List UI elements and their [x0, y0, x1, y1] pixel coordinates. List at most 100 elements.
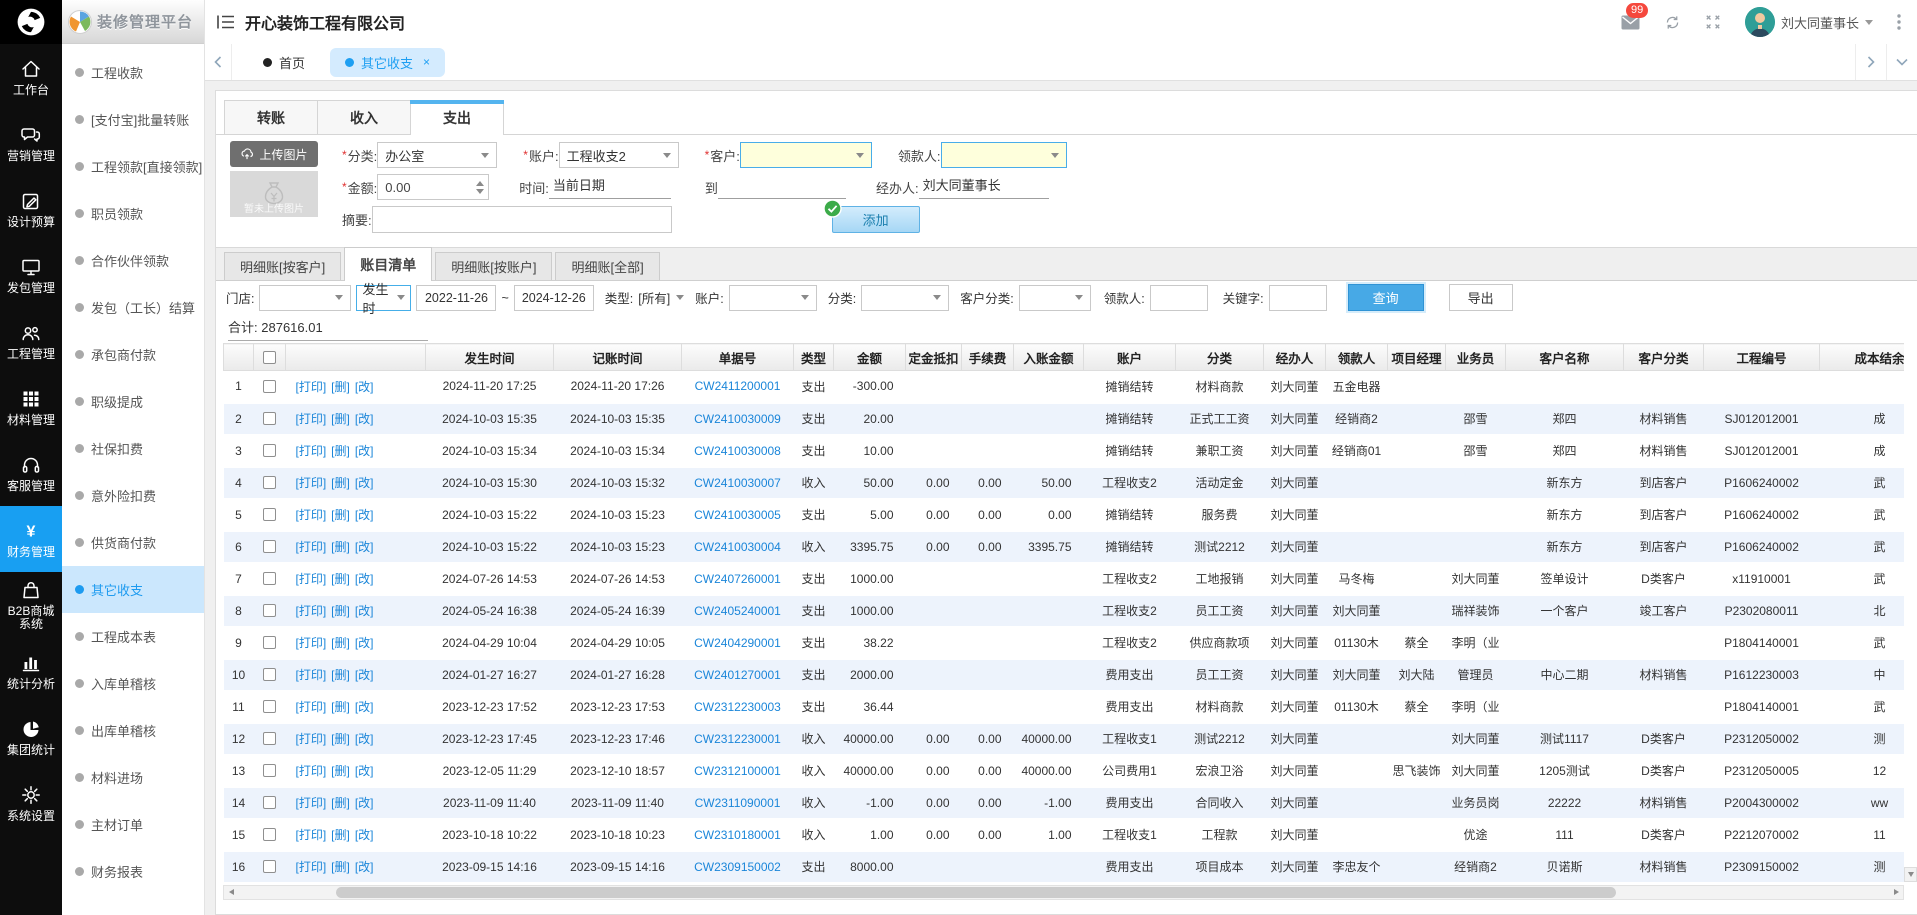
more-options-icon[interactable]	[1897, 14, 1901, 30]
date-from-input[interactable]: 2022-11-26	[416, 285, 496, 311]
delete-link[interactable]: [删]	[331, 828, 350, 842]
delete-link[interactable]: [删]	[331, 860, 350, 874]
row-checkbox[interactable]	[263, 508, 276, 521]
delete-link[interactable]: [删]	[331, 668, 350, 682]
horizontal-scrollbar[interactable]	[223, 885, 1904, 900]
subtab-detail-by-account[interactable]: 明细账[按账户]	[435, 252, 552, 280]
print-link[interactable]: [打印]	[296, 636, 327, 650]
print-link[interactable]: [打印]	[296, 540, 327, 554]
row-checkbox[interactable]	[263, 572, 276, 585]
tabs-menu-button[interactable]	[1886, 44, 1917, 80]
header-领款人[interactable]: 领款人	[1326, 344, 1388, 371]
doc-number[interactable]: CW2410030008	[682, 435, 794, 467]
export-button[interactable]: 导出	[1449, 284, 1513, 311]
row-checkbox[interactable]	[263, 412, 276, 425]
row-checkbox[interactable]	[263, 828, 276, 841]
customer-class-select[interactable]	[1019, 285, 1091, 311]
sidebar-item-合作伙伴领款[interactable]: 合作伙伴领款	[62, 237, 204, 284]
rail-item-设计预算[interactable]: 设计预算	[0, 176, 62, 242]
sidebar-item-职员领款[interactable]: 职员领款	[62, 190, 204, 237]
doc-number[interactable]: CW2411200001	[682, 371, 794, 403]
header-记账时间[interactable]: 记账时间	[554, 344, 682, 371]
header-发生时间[interactable]: 发生时间	[426, 344, 554, 371]
customer-select[interactable]	[740, 142, 872, 168]
sidebar-item-社保扣费[interactable]: 社保扣费	[62, 425, 204, 472]
delete-link[interactable]: [删]	[331, 572, 350, 586]
doc-number[interactable]: CW2310180001	[682, 819, 794, 851]
delete-link[interactable]: [删]	[331, 604, 350, 618]
edit-link[interactable]: [改]	[355, 764, 374, 778]
sidebar-item-承包商付款[interactable]: 承包商付款	[62, 331, 204, 378]
doc-number[interactable]: CW2410030004	[682, 531, 794, 563]
edit-link[interactable]: [改]	[355, 508, 374, 522]
doc-number[interactable]: CW2405240001	[682, 595, 794, 627]
sidebar-item-工程领款[直接领款][interactable]: 工程领款[直接领款]	[62, 143, 204, 190]
category-filter-select[interactable]	[861, 285, 949, 311]
summary-input[interactable]	[372, 206, 672, 233]
query-button[interactable]: 查询	[1348, 284, 1424, 311]
tab-expense[interactable]: 支出	[410, 100, 504, 135]
doc-number[interactable]: CW2410030009	[682, 403, 794, 435]
edit-link[interactable]: [改]	[355, 732, 374, 746]
row-checkbox[interactable]	[263, 636, 276, 649]
print-link[interactable]: [打印]	[296, 764, 327, 778]
header-项目经理[interactable]: 项目经理	[1388, 344, 1446, 371]
delete-link[interactable]: [删]	[331, 732, 350, 746]
edit-link[interactable]: [改]	[355, 380, 374, 394]
header-分类[interactable]: 分类	[1176, 344, 1264, 371]
edit-link[interactable]: [改]	[355, 444, 374, 458]
rail-item-财务管理[interactable]: ¥财务管理	[0, 506, 62, 572]
print-link[interactable]: [打印]	[296, 572, 327, 586]
tab-transfer[interactable]: 转账	[224, 100, 318, 134]
sidebar-item-工程收款[interactable]: 工程收款	[62, 49, 204, 96]
date-to-input[interactable]: 2024-12-26	[514, 285, 594, 311]
edit-link[interactable]: [改]	[355, 828, 374, 842]
header-客户名称[interactable]: 客户名称	[1506, 344, 1624, 371]
date-mode-select[interactable]: 发生时	[356, 285, 411, 311]
rail-item-工程管理[interactable]: 工程管理	[0, 308, 62, 374]
edit-link[interactable]: [改]	[355, 636, 374, 650]
print-link[interactable]: [打印]	[296, 604, 327, 618]
category-select[interactable]: 办公室	[377, 142, 497, 168]
doc-number[interactable]: CW2312230003	[682, 691, 794, 723]
print-link[interactable]: [打印]	[296, 796, 327, 810]
doc-number[interactable]: CW2404290001	[682, 627, 794, 659]
edit-link[interactable]: [改]	[355, 604, 374, 618]
header-成本结余[interactable]: 成本结余	[1820, 344, 1905, 371]
time-input[interactable]: 当前日期	[549, 175, 671, 199]
select-all-checkbox[interactable]	[263, 351, 276, 364]
row-checkbox[interactable]	[263, 476, 276, 489]
print-link[interactable]: [打印]	[296, 860, 327, 874]
rail-item-系统设置[interactable]: 系统设置	[0, 770, 62, 836]
subtab-detail-all[interactable]: 明细账[全部]	[555, 252, 659, 280]
tab-other-income-expense[interactable]: 其它收支 ×	[330, 48, 445, 77]
rail-item-发包管理[interactable]: 发包管理	[0, 242, 62, 308]
scroll-left-button[interactable]	[224, 886, 238, 899]
sidebar-item-出库单稽核[interactable]: 出库单稽核	[62, 707, 204, 754]
tab-close-icon[interactable]: ×	[423, 55, 430, 69]
scroll-right-button[interactable]	[1889, 886, 1903, 899]
sidebar-item-意外险扣费[interactable]: 意外险扣费	[62, 472, 204, 519]
row-checkbox[interactable]	[263, 444, 276, 457]
tab-income[interactable]: 收入	[317, 100, 411, 134]
doc-number[interactable]: CW2311090001	[682, 787, 794, 819]
row-checkbox[interactable]	[263, 700, 276, 713]
subtab-account-list[interactable]: 账目清单	[344, 247, 432, 281]
doc-number[interactable]: CW2410030007	[682, 467, 794, 499]
image-placeholder[interactable]: 暂未上传图片	[230, 171, 318, 217]
sidebar-item-供货商付款[interactable]: 供货商付款	[62, 519, 204, 566]
messages-button[interactable]: 99	[1621, 15, 1640, 30]
doc-number[interactable]: CW2401270001	[682, 659, 794, 691]
delete-link[interactable]: [删]	[331, 412, 350, 426]
row-checkbox[interactable]	[263, 796, 276, 809]
doc-number[interactable]: CW2410030005	[682, 499, 794, 531]
rail-item-营销管理[interactable]: 营销管理	[0, 110, 62, 176]
account-select[interactable]: 工程收支2	[559, 142, 679, 168]
sidebar-item-财务报表[interactable]: 财务报表	[62, 848, 204, 895]
header-入账金额[interactable]: 入账金额	[1014, 344, 1084, 371]
rail-item-统计分析[interactable]: 统计分析	[0, 638, 62, 704]
refresh-icon[interactable]	[1664, 14, 1681, 31]
header-手续费[interactable]: 手续费	[962, 344, 1014, 371]
user-menu[interactable]: 刘大同董事长	[1745, 7, 1873, 37]
doc-number[interactable]: CW2309150002	[682, 851, 794, 883]
